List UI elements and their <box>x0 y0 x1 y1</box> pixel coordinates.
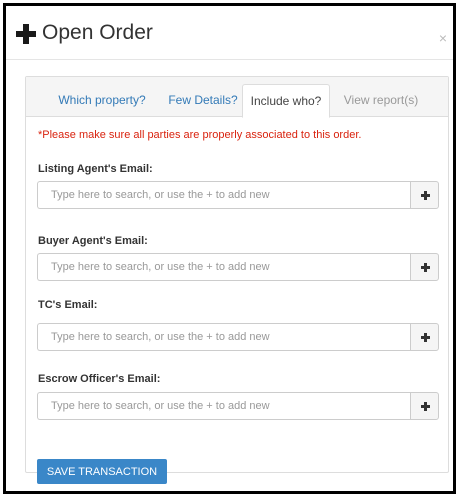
listing-agent-email-group <box>37 181 439 209</box>
add-listing-agent-button[interactable] <box>410 181 439 209</box>
modal-header: Open Order × <box>6 6 453 60</box>
wizard-tabs: Which property? Few Details? Include who… <box>26 77 448 118</box>
escrow-officer-email-label: Escrow Officer's Email: <box>38 373 161 385</box>
close-icon[interactable]: × <box>439 30 447 46</box>
escrow-officer-email-group <box>37 392 439 420</box>
buyer-agent-email-input[interactable] <box>37 253 410 281</box>
buyer-agent-email-label: Buyer Agent's Email: <box>38 235 148 247</box>
tab-few-details[interactable]: Few Details? <box>158 84 248 117</box>
plus-icon <box>421 402 430 411</box>
listing-agent-email-label: Listing Agent's Email: <box>38 163 153 175</box>
tc-email-group <box>37 323 439 351</box>
plus-icon <box>421 263 430 272</box>
plus-icon <box>16 24 36 44</box>
buyer-agent-email-group <box>37 253 439 281</box>
tab-include-who[interactable]: Include who? <box>242 84 330 118</box>
add-escrow-officer-button[interactable] <box>410 392 439 420</box>
tab-which-property[interactable]: Which property? <box>50 84 154 117</box>
tc-email-label: TC's Email: <box>38 299 98 311</box>
order-panel: Which property? Few Details? Include who… <box>25 76 449 484</box>
open-order-modal: Open Order × Which property? Few Details… <box>3 3 456 494</box>
tab-view-reports: View report(s) <box>343 93 419 107</box>
add-tc-button[interactable] <box>410 323 439 351</box>
escrow-officer-email-input[interactable] <box>37 392 410 420</box>
modal-title: Open Order <box>42 21 153 44</box>
save-transaction-button[interactable]: SAVE TRANSACTION <box>37 459 167 484</box>
association-notice: *Please make sure all parties are proper… <box>38 129 362 141</box>
plus-icon <box>421 333 430 342</box>
listing-agent-email-input[interactable] <box>37 181 410 209</box>
tc-email-input[interactable] <box>37 323 410 351</box>
plus-icon <box>421 191 430 200</box>
add-buyer-agent-button[interactable] <box>410 253 439 281</box>
